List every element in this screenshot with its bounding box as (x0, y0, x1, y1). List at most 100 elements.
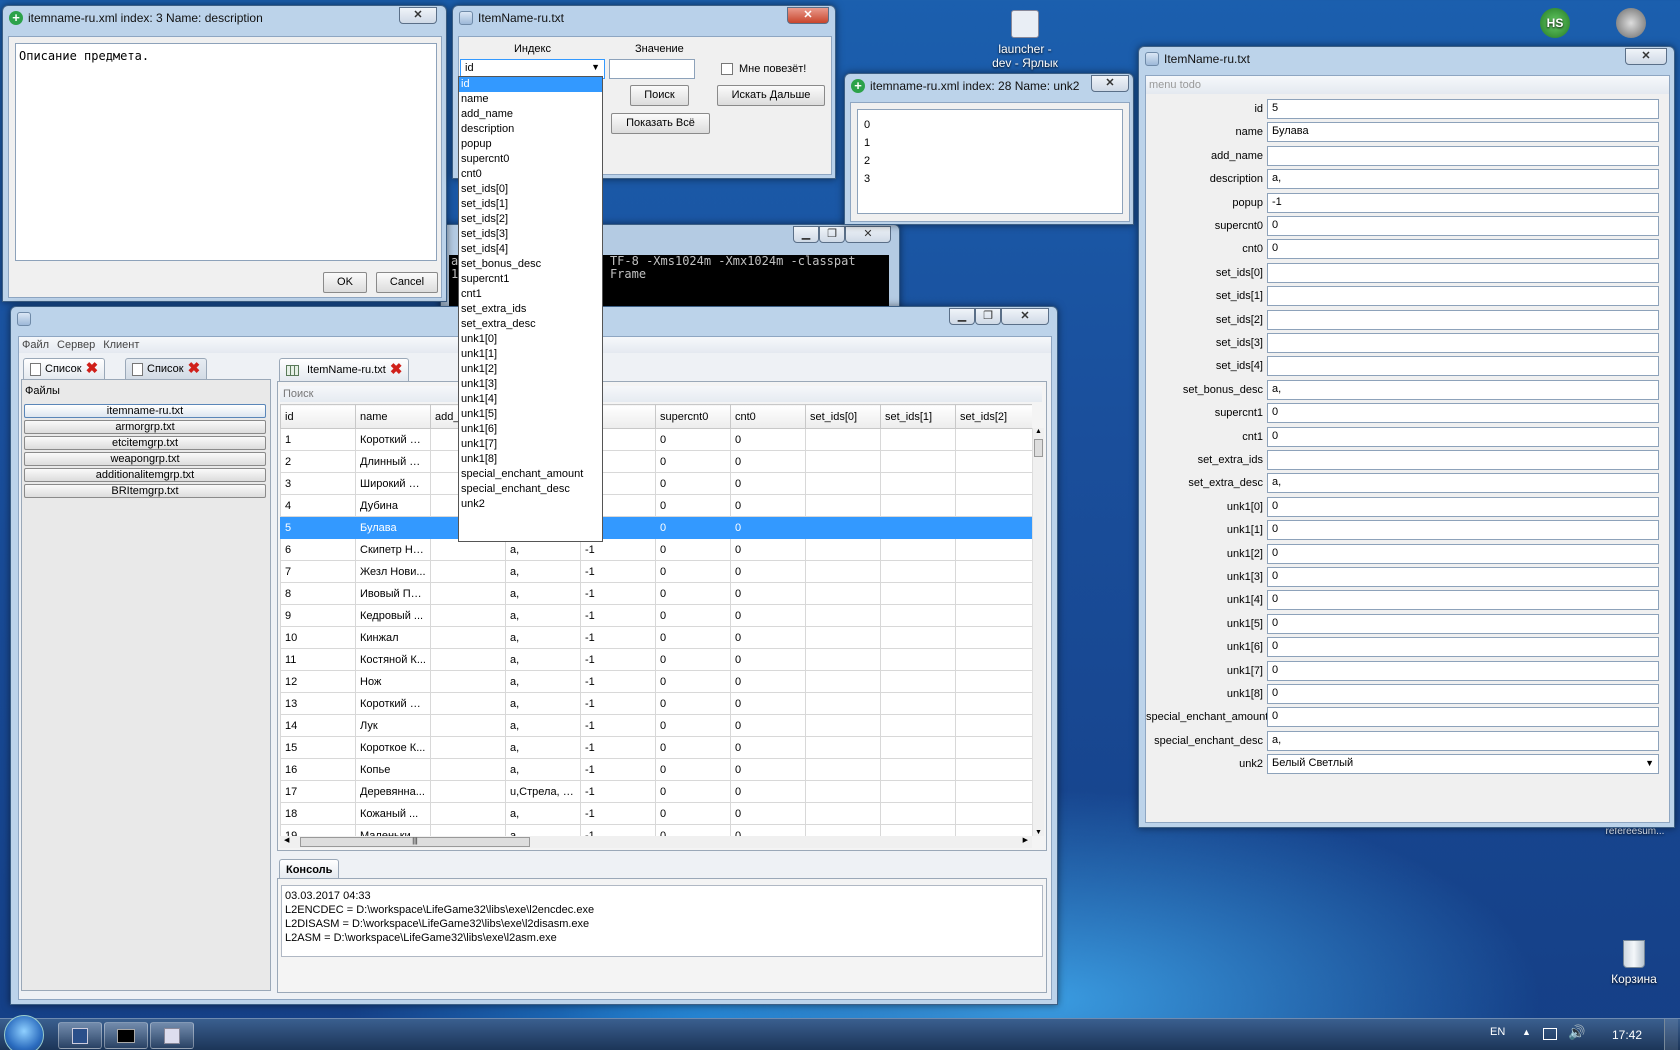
taskbar-java-app[interactable] (150, 1022, 194, 1049)
file-button[interactable]: etcitemgrp.txt (24, 436, 266, 450)
table-cell[interactable] (430, 560, 506, 583)
table-cell[interactable]: 0 (730, 560, 806, 583)
volume-icon[interactable]: 🔊 (1568, 1024, 1585, 1041)
field-input[interactable]: 0 (1267, 590, 1659, 610)
taskbar-cmd[interactable] (104, 1022, 148, 1049)
field-input[interactable]: 0 (1267, 707, 1659, 727)
table-cell[interactable] (805, 560, 881, 583)
table-cell[interactable]: 0 (730, 758, 806, 781)
table-cell[interactable]: Кожаный ... (355, 802, 431, 825)
table-cell[interactable]: 8 (280, 582, 356, 605)
table-row[interactable]: 8 Ивовый Посох a, -1 0 0 (280, 582, 1032, 605)
table-cell[interactable] (955, 802, 1032, 825)
table-cell[interactable] (805, 472, 881, 495)
field-input[interactable]: a, (1267, 380, 1659, 400)
dropdown-option[interactable]: unk1[2] (459, 362, 602, 377)
table-cell[interactable]: 9 (280, 604, 356, 627)
field-input[interactable]: a, (1267, 731, 1659, 751)
unk2-dialog[interactable]: + itemname-ru.xml index: 28 Name: unk2 ✕… (844, 73, 1134, 225)
tray-arrow-icon[interactable]: ▲ (1522, 1027, 1531, 1037)
close-tab-icon[interactable]: ✖ (390, 362, 403, 377)
table-cell[interactable]: a, (505, 714, 581, 737)
table-cell[interactable] (880, 714, 956, 737)
dropdown-option[interactable]: id (459, 77, 602, 92)
table-cell[interactable] (430, 714, 506, 737)
table-cell[interactable]: u,Стрела, с... (505, 780, 581, 803)
table-cell[interactable] (955, 714, 1032, 737)
table-cell[interactable] (805, 736, 881, 759)
field-input[interactable] (1267, 356, 1659, 376)
table-cell[interactable]: 2 (280, 450, 356, 473)
column-header[interactable]: set_ids[1] (880, 404, 956, 429)
table-cell[interactable]: 0 (655, 824, 731, 836)
field-input[interactable]: 5 (1267, 99, 1659, 119)
table-cell[interactable] (805, 824, 881, 836)
taskbar-save-app[interactable] (58, 1022, 102, 1049)
dropdown-option[interactable]: cnt1 (459, 287, 602, 302)
dropdown-option[interactable]: unk1[5] (459, 407, 602, 422)
table-cell[interactable] (880, 670, 956, 693)
tab-console[interactable]: Консоль (279, 859, 340, 879)
dropdown-option[interactable]: set_ids[0] (459, 182, 602, 197)
cmd-maximize-button[interactable]: ❐ (819, 226, 845, 243)
table-cell[interactable] (430, 780, 506, 803)
table-cell[interactable] (805, 648, 881, 671)
scroll-right-icon[interactable]: ▶ (1023, 836, 1028, 844)
value-input[interactable] (609, 59, 695, 79)
column-header[interactable]: name (355, 404, 431, 429)
field-input[interactable]: 0 (1267, 567, 1659, 587)
table-cell[interactable]: 1 (280, 428, 356, 451)
field-input[interactable]: 0 (1267, 614, 1659, 634)
hs-shortcut[interactable]: HS (1540, 8, 1576, 38)
table-cell[interactable] (880, 560, 956, 583)
file-button[interactable]: weapongrp.txt (24, 452, 266, 466)
dropdown-option[interactable]: description (459, 122, 602, 137)
recycle-bin[interactable]: Корзина (1600, 940, 1668, 986)
column-header[interactable]: set_ids[0] (805, 404, 881, 429)
table-row[interactable]: 13 Короткий Лук a, -1 0 0 (280, 692, 1032, 715)
table-row[interactable]: 12 Нож a, -1 0 0 (280, 670, 1032, 693)
cmd-close-button[interactable]: ✕ (845, 226, 891, 243)
table-cell[interactable] (880, 824, 956, 836)
table-cell[interactable]: -1 (580, 670, 656, 693)
table-cell[interactable]: -1 (580, 758, 656, 781)
table-row[interactable]: 14 Лук a, -1 0 0 (280, 714, 1032, 737)
unk2-select[interactable]: Белый Светлый ▼ (1267, 754, 1659, 774)
dropdown-option[interactable]: cnt0 (459, 167, 602, 182)
menu-server[interactable]: Сервер (57, 339, 95, 351)
table-cell[interactable]: -1 (580, 560, 656, 583)
maximize-button[interactable]: ❐ (975, 308, 1001, 325)
table-cell[interactable]: -1 (580, 582, 656, 605)
table-cell[interactable]: 13 (280, 692, 356, 715)
table-cell[interactable] (880, 604, 956, 627)
table-cell[interactable]: 0 (655, 538, 731, 561)
table-cell[interactable]: Ивовый Посох (355, 582, 431, 605)
table-cell[interactable]: -1 (580, 604, 656, 627)
dropdown-option[interactable]: unk1[0] (459, 332, 602, 347)
table-cell[interactable] (805, 626, 881, 649)
dropdown-option[interactable]: set_extra_desc (459, 317, 602, 332)
table-cell[interactable] (880, 736, 956, 759)
table-cell[interactable] (880, 648, 956, 671)
dropdown-option[interactable]: unk1[3] (459, 377, 602, 392)
column-header[interactable]: supercnt0 (655, 404, 731, 429)
unk2-textarea[interactable]: 0 1 2 3 (857, 109, 1123, 214)
table-cell[interactable]: 4 (280, 494, 356, 517)
table-cell[interactable]: 0 (655, 604, 731, 627)
field-input[interactable] (1267, 286, 1659, 306)
table-cell[interactable]: 0 (730, 670, 806, 693)
table-cell[interactable]: a, (505, 626, 581, 649)
dropdown-option[interactable]: set_ids[2] (459, 212, 602, 227)
table-cell[interactable] (955, 582, 1032, 605)
table-cell[interactable] (805, 582, 881, 605)
table-cell[interactable]: 0 (655, 780, 731, 803)
field-input[interactable]: 0 (1267, 637, 1659, 657)
table-row[interactable]: 6 Скипетр Но... a, -1 0 0 (280, 538, 1032, 561)
column-header[interactable]: id (280, 404, 356, 429)
table-row[interactable]: 10 Кинжал a, -1 0 0 (280, 626, 1032, 649)
table-cell[interactable]: 0 (655, 802, 731, 825)
table-cell[interactable]: 11 (280, 648, 356, 671)
search-next-button[interactable]: Искать Дальше (717, 85, 825, 106)
table-cell[interactable]: Короткий Меч (355, 428, 431, 451)
close-button[interactable]: ✕ (1001, 308, 1049, 325)
